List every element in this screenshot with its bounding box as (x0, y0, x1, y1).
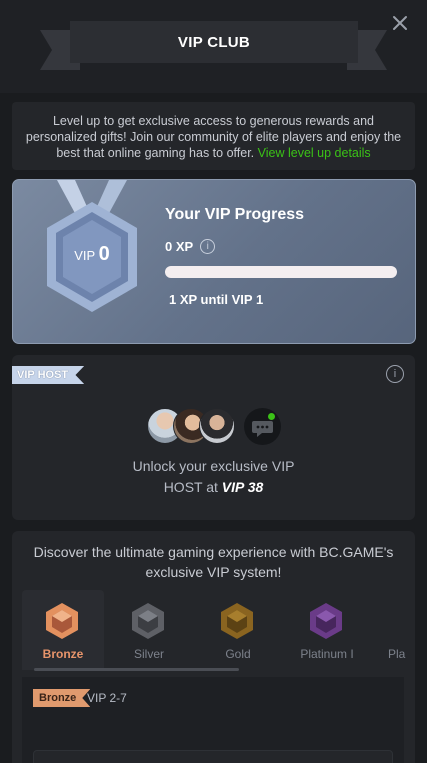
xp-progress-bar (165, 266, 397, 278)
progress-title: Your VIP Progress (165, 206, 305, 223)
host-avatars (147, 408, 287, 446)
bronze-tier-icon (46, 603, 78, 639)
tier-tab-platinum-ii[interactable]: Pla (374, 590, 415, 670)
vip-host-card: VIP HOST i Unlock your exclusive VIP HOS… (12, 355, 415, 520)
tier-label-bronze: Bronze (42, 647, 84, 661)
xp-value: 0 XP (165, 239, 194, 254)
host-info-icon[interactable]: i (386, 365, 404, 383)
host-avatar-3 (199, 408, 235, 444)
gold-tier-icon (221, 603, 253, 639)
tier-tabs: Bronze Silver Gold Platinum I Pla (22, 590, 415, 670)
tier-tab-silver[interactable]: Silver (108, 590, 190, 670)
xp-row: 0 XP i (165, 239, 216, 254)
medal-label: VIP 0 (27, 243, 157, 266)
discover-section: Discover the ultimate gaming experience … (12, 531, 415, 763)
host-text-prefix: HOST at (163, 479, 222, 495)
xp-info-icon[interactable]: i (200, 239, 216, 254)
modal-title: VIP CLUB (70, 21, 358, 63)
close-icon[interactable] (391, 14, 409, 32)
discover-text: Discover the ultimate gaming experience … (33, 544, 394, 580)
tier-label-silver: Silver (133, 647, 164, 661)
tier-benefits-box (33, 750, 393, 763)
intro-panel: Level up to get exclusive access to gene… (12, 102, 415, 170)
tier-tab-platinum-i[interactable]: Platinum I (286, 590, 368, 670)
vip-host-tag: VIP HOST (12, 366, 85, 384)
vip-medal-icon: VIP 0 (27, 180, 157, 330)
platinum-tier-icon (310, 603, 342, 639)
tier-scrollbar[interactable] (34, 668, 239, 671)
tier-label-platinum-i: Platinum I (300, 647, 354, 661)
xp-until-next: 1 XP until VIP 1 (169, 292, 264, 307)
host-text-line1: Unlock your exclusive VIP (132, 458, 295, 474)
vip-progress-card: VIP 0 Your VIP Progress 0 XP i 1 XP unti… (12, 179, 416, 344)
selected-tier-tag: Bronze (33, 689, 91, 707)
online-status-dot (268, 413, 275, 420)
level-up-details-link[interactable]: View level up details (258, 146, 371, 160)
silver-tier-icon (132, 603, 164, 639)
chat-icon[interactable] (244, 408, 281, 445)
selected-tier-range: VIP 2-7 (87, 691, 127, 705)
medal-prefix: VIP (74, 248, 95, 263)
tier-label-gold: Gold (225, 647, 251, 661)
tier-tab-bronze[interactable]: Bronze (22, 590, 104, 670)
host-level: VIP 38 (221, 479, 264, 495)
host-unlock-text: Unlock your exclusive VIP HOST at VIP 38 (12, 456, 415, 498)
tier-label-platinum-ii: Pla (388, 647, 406, 661)
tier-tab-gold[interactable]: Gold (197, 590, 279, 670)
host-text-line2: HOST at VIP 38 (12, 477, 415, 498)
medal-level: 0 (98, 243, 110, 265)
modal-header: VIP CLUB (0, 0, 427, 93)
tier-detail-panel: Bronze VIP 2-7 (22, 677, 404, 763)
